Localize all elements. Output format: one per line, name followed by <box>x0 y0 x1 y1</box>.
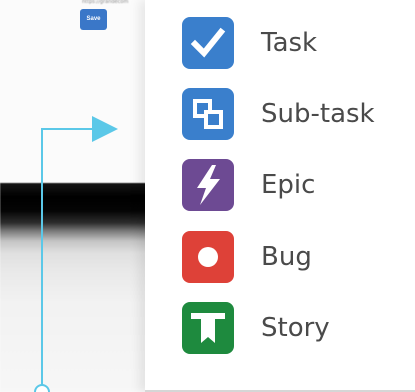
menu-item-sub-task[interactable]: Sub-task <box>182 88 415 140</box>
epic-lightning-icon <box>182 159 234 211</box>
menu-item-story[interactable]: Story <box>182 302 415 354</box>
menu-item-label: Sub-task <box>261 99 375 129</box>
connector-line <box>41 128 96 392</box>
menu-item-task[interactable]: Task <box>182 17 415 69</box>
issue-type-menu: Task Sub-task Epic Bug Story <box>145 0 415 392</box>
menu-item-label: Task <box>261 28 318 58</box>
bug-dot-icon <box>182 231 234 283</box>
menu-item-label: Story <box>261 313 330 343</box>
menu-item-label: Bug <box>261 242 312 272</box>
connector-origin-dot <box>34 384 50 392</box>
connector-arrow <box>34 116 118 392</box>
menu-item-epic[interactable]: Epic <box>182 159 415 211</box>
subtask-icon <box>182 88 234 140</box>
menu-item-label: Epic <box>261 170 316 200</box>
story-bookmark-icon <box>182 302 234 354</box>
task-checkmark-icon <box>182 17 234 69</box>
arrow-head-icon <box>92 116 118 142</box>
menu-item-bug[interactable]: Bug <box>182 231 415 283</box>
